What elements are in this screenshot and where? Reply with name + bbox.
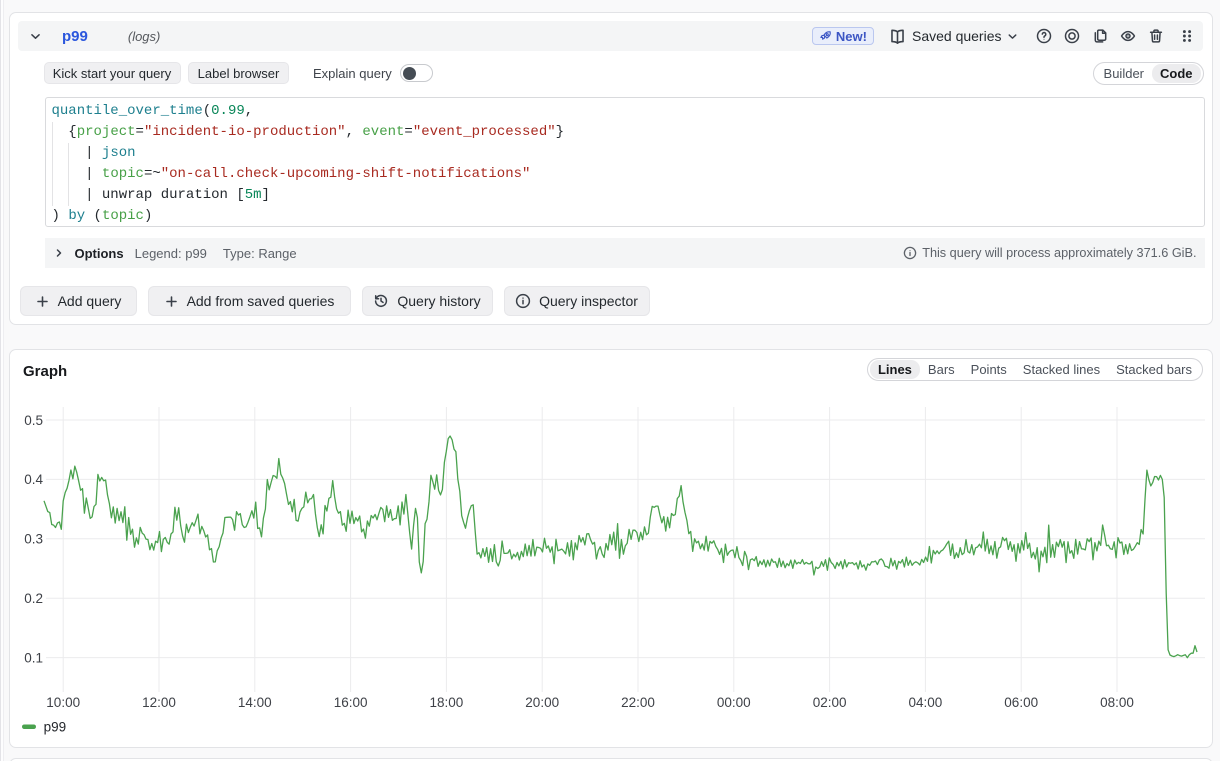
svg-text:06:00: 06:00 [1004,695,1038,710]
svg-text:p99: p99 [44,720,67,735]
svg-text:0.5: 0.5 [24,413,43,428]
svg-text:04:00: 04:00 [909,695,943,710]
svg-text:14:00: 14:00 [238,695,272,710]
svg-text:02:00: 02:00 [813,695,847,710]
svg-text:22:00: 22:00 [621,695,655,710]
svg-text:16:00: 16:00 [334,695,368,710]
svg-text:0.3: 0.3 [24,532,43,547]
svg-text:10:00: 10:00 [46,695,80,710]
svg-text:00:00: 00:00 [717,695,751,710]
svg-text:12:00: 12:00 [142,695,176,710]
svg-text:0.1: 0.1 [24,650,43,665]
svg-text:08:00: 08:00 [1100,695,1134,710]
svg-text:18:00: 18:00 [430,695,464,710]
svg-text:20:00: 20:00 [525,695,559,710]
svg-text:0.2: 0.2 [24,591,43,606]
svg-text:0.4: 0.4 [24,472,43,487]
